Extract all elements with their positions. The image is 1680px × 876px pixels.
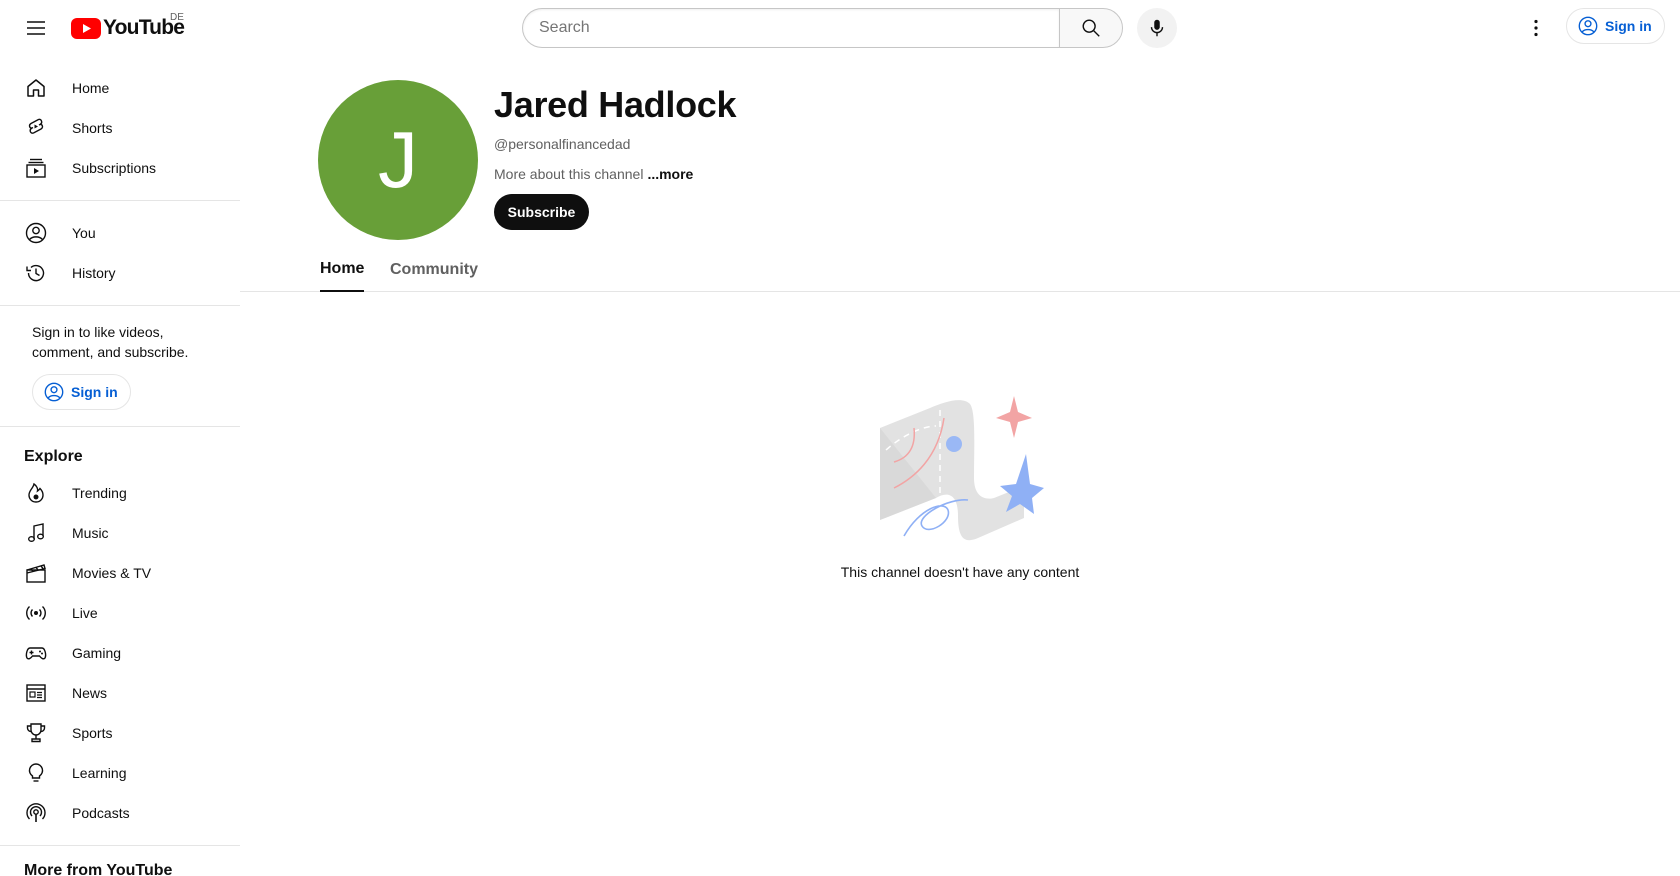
search-input[interactable] — [539, 19, 1059, 37]
sidebar-main-section: Home Shorts Subscriptions — [0, 56, 240, 201]
sidebar-item-label: Live — [72, 605, 98, 621]
search-icon — [1082, 19, 1100, 37]
search-button[interactable] — [1059, 8, 1123, 48]
avatar-letter: J — [378, 115, 418, 204]
sidebar-item-label: You — [72, 225, 96, 241]
more-from-youtube-title: More from YouTube — [24, 862, 173, 876]
sidebar-item-gaming[interactable]: Gaming — [12, 633, 228, 673]
signin-label: Sign in — [71, 384, 118, 400]
subscriptions-icon — [24, 156, 48, 180]
channel-about-text: More about this channel — [494, 166, 644, 182]
shorts-icon — [24, 116, 48, 140]
live-icon — [24, 601, 48, 625]
sidebar-item-label: News — [72, 685, 108, 701]
news-icon — [24, 681, 48, 705]
account-circle-icon — [1578, 16, 1598, 36]
sidebar-item-movies-tv[interactable]: Movies & TV — [12, 553, 228, 593]
tab-community[interactable]: Community — [390, 248, 478, 292]
sidebar-item-label: Shorts — [72, 120, 113, 136]
sidebar-item-you[interactable]: You — [12, 213, 228, 253]
sidebar-explore-section: Explore Trending Music Movies & TV Live … — [0, 427, 240, 846]
sidebar-item-label: Learning — [72, 765, 127, 781]
history-icon — [24, 261, 48, 285]
sidebar-item-news[interactable]: News — [12, 673, 228, 713]
sidebar-item-label: Subscriptions — [72, 160, 157, 176]
sidebar-item-label: Music — [72, 525, 109, 541]
masthead: YouTube DE Sign in — [0, 0, 1680, 56]
sidebar-item-label: History — [72, 265, 116, 281]
search-box — [522, 8, 1059, 48]
country-code: DE — [170, 12, 184, 23]
sidebar-item-label: Movies & TV — [72, 565, 152, 581]
microphone-icon — [1150, 19, 1164, 37]
signin-button-sidebar[interactable]: Sign in — [32, 374, 131, 410]
empty-state-message: This channel doesn't have any content — [840, 564, 1080, 580]
account-icon — [24, 221, 48, 245]
sidebar-signin-prompt: Sign in to like videos, comment, and sub… — [0, 306, 240, 427]
trending-icon — [24, 481, 48, 505]
channel-about[interactable]: More about this channel ...more — [494, 166, 693, 182]
channel-handle: @personalfinancedad — [494, 136, 631, 152]
settings-more-button[interactable] — [1516, 8, 1556, 48]
sidebar-item-label: Gaming — [72, 645, 122, 661]
explore-title: Explore — [24, 448, 83, 465]
sidebar-item-trending[interactable]: Trending — [12, 473, 228, 513]
sidebar-you-section: You History — [0, 201, 240, 306]
channel-name: Jared Hadlock — [494, 84, 737, 125]
tab-home[interactable]: Home — [320, 248, 365, 292]
empty-channel-illustration — [880, 396, 1044, 541]
sidebar-item-label: Sports — [72, 725, 113, 741]
sidebar-item-history[interactable]: History — [12, 253, 228, 293]
search-bar — [522, 8, 1123, 48]
channel-tabs: Home Community — [240, 248, 1680, 292]
youtube-play-icon — [71, 17, 101, 39]
podcasts-icon — [24, 801, 48, 825]
sidebar-item-learning[interactable]: Learning — [12, 753, 228, 793]
music-icon — [24, 521, 48, 545]
sidebar: Home Shorts Subscriptions You History Si… — [0, 56, 240, 876]
sidebar-item-podcasts[interactable]: Podcasts — [12, 793, 228, 833]
sidebar-item-music[interactable]: Music — [12, 513, 228, 553]
sidebar-item-label: Podcasts — [72, 805, 130, 821]
youtube-logo[interactable]: YouTube — [71, 14, 185, 42]
sidebar-item-label: Home — [72, 80, 110, 96]
gaming-icon — [24, 641, 48, 665]
hamburger-icon — [27, 21, 45, 35]
signin-prompt-text: Sign in to like videos, comment, and sub… — [32, 324, 189, 360]
guide-menu-button[interactable] — [16, 8, 56, 48]
learning-icon — [24, 761, 48, 785]
sidebar-item-live[interactable]: Live — [12, 593, 228, 633]
home-icon — [24, 76, 48, 100]
account-circle-icon — [44, 382, 64, 402]
subscribe-button[interactable]: Subscribe — [494, 194, 589, 230]
signin-button-top[interactable]: Sign in — [1566, 8, 1665, 44]
voice-search-button[interactable] — [1137, 8, 1177, 48]
more-vert-icon — [1534, 19, 1538, 37]
channel-avatar: J — [318, 80, 478, 240]
sidebar-item-label: Trending — [72, 485, 127, 501]
signin-label: Sign in — [1605, 18, 1652, 34]
sidebar-item-home[interactable]: Home — [12, 68, 228, 108]
sidebar-item-subscriptions[interactable]: Subscriptions — [12, 148, 228, 188]
sidebar-item-shorts[interactable]: Shorts — [12, 108, 228, 148]
movies-icon — [24, 561, 48, 585]
sidebar-item-sports[interactable]: Sports — [12, 713, 228, 753]
sports-icon — [24, 721, 48, 745]
channel-more-link[interactable]: ...more — [647, 166, 693, 182]
